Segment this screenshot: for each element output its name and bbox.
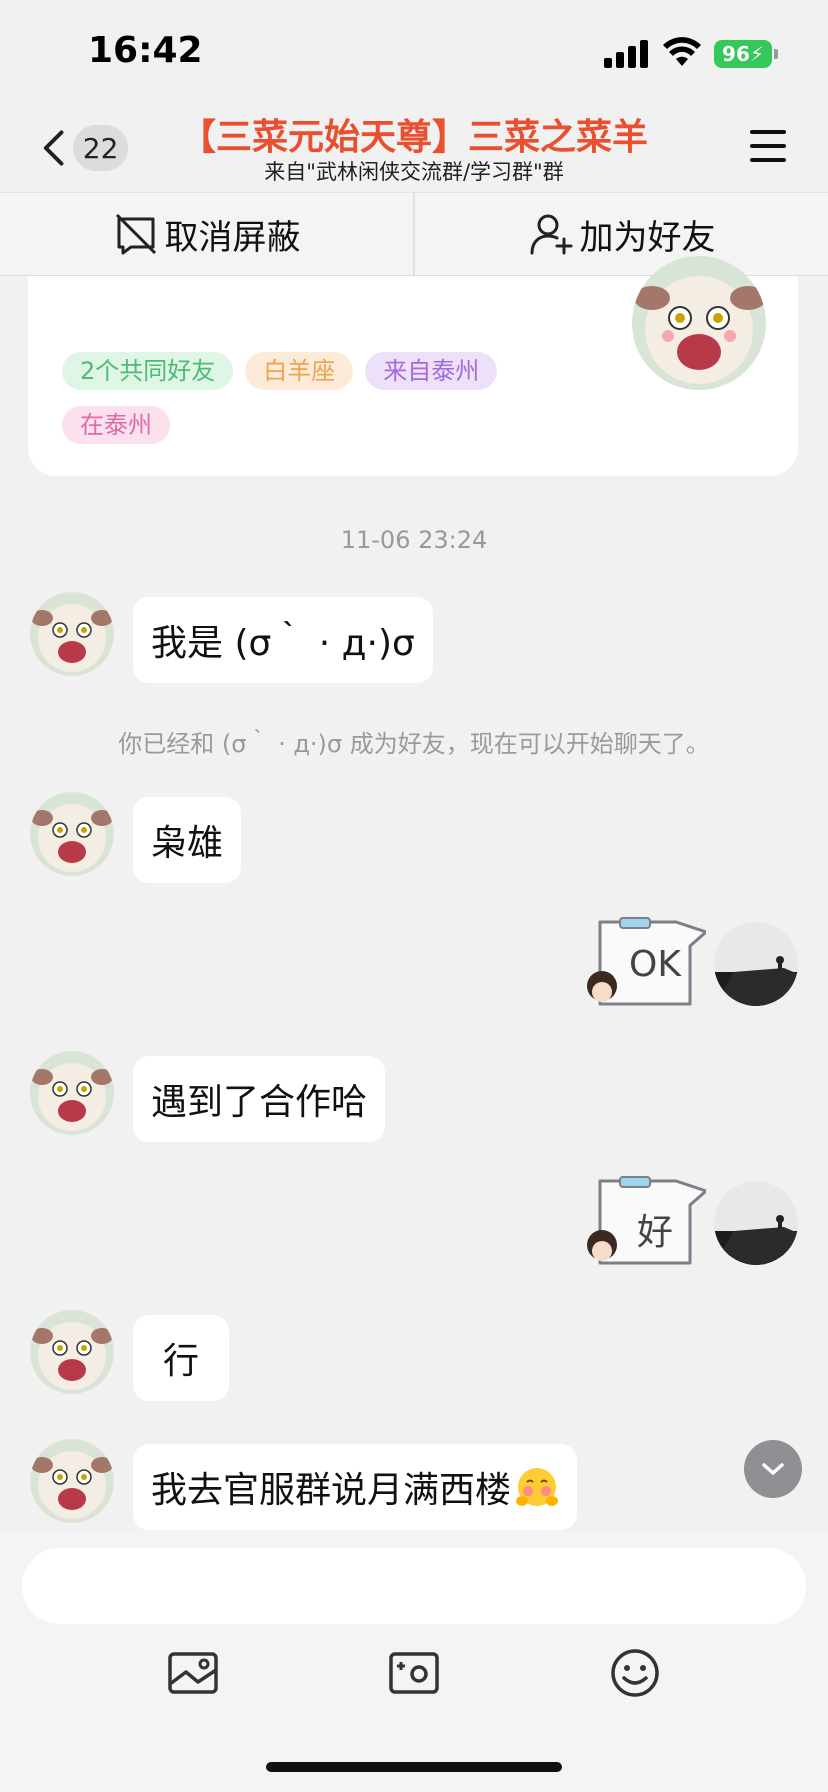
- scroll-down-icon: [762, 1463, 784, 1475]
- chat-timestamp: 11-06 23:24: [340, 526, 488, 554]
- tag-hometown: 来自泰州: [365, 352, 498, 390]
- message-text: 遇到了合作哈: [151, 1082, 368, 1123]
- message-text: 我是 (σ｀ · д·)σ: [151, 623, 415, 664]
- back-chevron-icon: [43, 130, 64, 166]
- wifi-icon: [663, 37, 701, 66]
- message-input[interactable]: [22, 1548, 806, 1624]
- battery-icon: 96 ⚡: [714, 40, 778, 68]
- home-indicator: [266, 1762, 562, 1772]
- profile-avatar[interactable]: [632, 256, 766, 390]
- system-notice: 你已经和 (σ｀ · д·)σ 成为好友，现在可以开始聊天了。: [118, 730, 710, 758]
- shy-emoji-icon: [516, 1468, 559, 1506]
- message-bubble[interactable]: 行: [133, 1315, 229, 1401]
- sender-avatar[interactable]: [30, 792, 114, 876]
- my-avatar[interactable]: [714, 922, 798, 1006]
- input-panel: [0, 1530, 828, 1792]
- profile-card: 2个共同好友 白羊座 来自泰州 在泰州: [28, 256, 798, 476]
- message-bubble[interactable]: 枭雄: [133, 797, 242, 883]
- message-text: 行: [162, 1341, 199, 1382]
- sender-avatar[interactable]: [30, 1310, 114, 1394]
- message-text: 枭雄: [151, 823, 224, 864]
- battery-level: 96: [722, 42, 750, 66]
- add-friend-icon: [530, 214, 572, 255]
- sticker-text: 好: [636, 1212, 673, 1253]
- add-friend-label: 加为好友: [579, 217, 716, 258]
- back-button[interactable]: 22: [38, 122, 128, 174]
- scroll-down-button[interactable]: [744, 1440, 802, 1498]
- unblock-label: 取消屏蔽: [164, 217, 301, 258]
- unblock-icon: [115, 213, 156, 255]
- sticker-text: OK: [629, 944, 681, 985]
- sender-avatar[interactable]: [30, 592, 114, 676]
- signal-icon: [604, 40, 648, 68]
- status-bar: 16:42 96 ⚡: [0, 0, 828, 100]
- nav-bar: 22 【三菜元始天尊】三菜之菜羊 来自"武林闲侠交流群/学习群"群: [0, 100, 828, 192]
- camera-icon[interactable]: [387, 1646, 441, 1700]
- tag-mutual-friends[interactable]: 2个共同好友: [62, 352, 234, 390]
- message-text: 我去官服群说月满西楼: [151, 1470, 512, 1511]
- profile-tags: 2个共同好友 白羊座 来自泰州 在泰州: [62, 352, 582, 460]
- sender-avatar[interactable]: [30, 1051, 114, 1135]
- message-bubble[interactable]: 遇到了合作哈: [133, 1056, 386, 1142]
- unblock-button[interactable]: 取消屏蔽: [0, 193, 413, 275]
- unread-badge: 22: [73, 125, 128, 171]
- message-bubble[interactable]: 我去官服群说月满西楼: [133, 1444, 578, 1530]
- sender-avatar[interactable]: [30, 1439, 114, 1523]
- status-time: 16:42: [88, 30, 203, 71]
- sticker-message[interactable]: OK: [584, 916, 708, 1016]
- sticker-message[interactable]: 好: [584, 1175, 708, 1275]
- message-bubble[interactable]: 我是 (σ｀ · д·)σ: [133, 597, 433, 683]
- chat-subtitle: 来自"武林闲侠交流群/学习群"群: [264, 160, 564, 184]
- tag-location: 在泰州: [62, 406, 170, 444]
- photo-icon[interactable]: [166, 1646, 220, 1700]
- emoji-icon[interactable]: [608, 1646, 662, 1700]
- my-avatar[interactable]: [714, 1181, 798, 1265]
- add-friend-button[interactable]: 加为好友: [415, 193, 828, 275]
- menu-icon[interactable]: [746, 126, 794, 166]
- tag-zodiac: 白羊座: [245, 352, 354, 390]
- chat-title: 【三菜元始天尊】三菜之菜羊: [179, 117, 648, 158]
